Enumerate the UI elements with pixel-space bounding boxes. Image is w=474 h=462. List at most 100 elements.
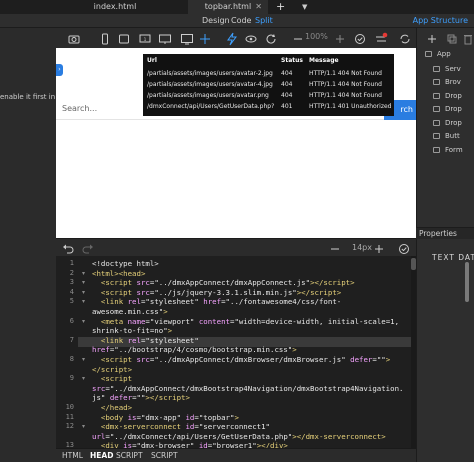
code-line[interactable]: src="../dmxAppConnect/dmxBootstrap4Navig…	[92, 384, 403, 393]
code-line[interactable]: <div is="dmx-browser" id="browser1"></di…	[92, 441, 288, 448]
request-url: /dmxConnect/api/Users/GetUserData.php?	[147, 103, 275, 110]
request-url: /partials/assets/images/users/avatar.png	[147, 92, 269, 99]
code-line[interactable]: url="../dmxConnect/api/Users/GetUserData…	[92, 432, 386, 441]
font-increase-icon[interactable]	[372, 241, 386, 255]
fold-arrow-icon[interactable]: ▾	[82, 423, 85, 430]
tree-item[interactable]: Serv	[445, 65, 461, 73]
zoom-in-icon[interactable]	[333, 31, 347, 45]
refresh-icon[interactable]	[264, 31, 278, 45]
code-line[interactable]: </script>	[92, 365, 132, 374]
code-line[interactable]: <html><head>	[92, 269, 145, 278]
request-status: 404	[281, 92, 293, 99]
redo-icon[interactable]	[81, 241, 95, 255]
line-number: 8	[69, 355, 74, 363]
zoom-level: 100%	[305, 32, 328, 41]
code-line[interactable]: js" defer=""></script>	[92, 393, 190, 402]
request-status: 404	[281, 81, 293, 88]
tab-label: index.html	[93, 2, 137, 11]
fold-arrow-icon[interactable]: ▾	[82, 289, 85, 296]
code-line[interactable]: <link rel="stylesheet" href="../fontawes…	[92, 297, 341, 306]
delete-icon[interactable]	[461, 31, 474, 45]
code-line[interactable]: <body is="dmx-app" id="topbar">	[92, 413, 239, 422]
tablet-icon[interactable]	[117, 31, 131, 45]
code-line[interactable]: <dmx-serverconnect id="serverconnect1"	[92, 422, 270, 431]
url-header: Url	[147, 57, 157, 64]
code-line[interactable]: <meta name="viewport" content="width=dev…	[92, 317, 399, 326]
add-icon[interactable]	[425, 31, 439, 45]
check-circle-icon[interactable]	[353, 31, 367, 45]
navbar-toggle[interactable]: ›	[56, 64, 63, 76]
add-tab-icon[interactable]: +	[276, 0, 285, 13]
code-line[interactable]: <script src="../dmxAppConnect/dmxAppConn…	[92, 278, 355, 287]
eye-icon[interactable]	[244, 31, 258, 45]
code-line[interactable]: <link rel="stylesheet"	[92, 336, 199, 345]
font-decrease-icon[interactable]	[328, 241, 342, 255]
code-line[interactable]: <script	[92, 374, 132, 383]
tree-item[interactable]: Form	[445, 146, 463, 154]
code-line[interactable]: <script src="../dmxAppConnect/dmxBrowser…	[92, 355, 390, 364]
app-window: index.html topbar.html ✕ + ▼ Design Code…	[0, 0, 474, 462]
tree-item[interactable]: Brov	[445, 78, 461, 86]
mode-split[interactable]: Split	[255, 15, 273, 27]
tree-item[interactable]: Drop	[445, 92, 462, 100]
line-number: 7	[69, 335, 74, 344]
message-header: Message	[309, 57, 339, 64]
network-transfer-icon[interactable]	[374, 31, 388, 45]
code-line[interactable]: awesome.min.css">	[92, 307, 168, 316]
crumb-html[interactable]: HTML	[62, 450, 83, 462]
app-structure-label[interactable]: App Structure	[413, 15, 468, 27]
move-icon[interactable]	[198, 31, 212, 45]
crumb-script[interactable]: SCRIPT	[151, 450, 178, 462]
camera-icon[interactable]	[67, 31, 81, 45]
mobile-icon[interactable]	[98, 31, 112, 45]
request-url: /partials/assets/images/users/avatar-2.j…	[147, 70, 273, 77]
request-message: HTTP/1.1 404 Not Found	[309, 70, 382, 77]
line-number: 12	[65, 422, 74, 431]
fold-arrow-icon[interactable]: ▾	[82, 318, 85, 325]
laptop-icon[interactable]: 1	[138, 31, 152, 45]
request-message: HTTP/1.1 401 Unauthorized	[309, 103, 392, 110]
close-tab-icon[interactable]: ✕	[255, 0, 262, 14]
fold-arrow-icon[interactable]: ▾	[82, 298, 85, 305]
tab-dropdown-icon[interactable]: ▼	[302, 0, 307, 14]
fold-arrow-icon[interactable]: ▾	[82, 270, 85, 277]
fold-arrow-icon[interactable]: ▾	[82, 356, 85, 363]
line-number: 9	[69, 374, 74, 383]
design-toolbar: 1 100%	[0, 28, 420, 48]
tree-item[interactable]: App	[437, 50, 451, 58]
desktop-icon[interactable]	[158, 31, 172, 45]
left-panel: enable it first in	[0, 48, 56, 238]
properties-header[interactable]: Properties	[416, 227, 474, 239]
sync-icon[interactable]	[398, 31, 412, 45]
code-line[interactable]: <!doctype html>	[92, 259, 159, 268]
undo-icon[interactable]	[61, 241, 75, 255]
monitor-icon[interactable]	[180, 31, 194, 45]
mode-design[interactable]: Design	[202, 15, 230, 27]
code-editor[interactable]: 1 <!doctype html> 2 ▾ <html><head> 3 ▾ <script…	[56, 256, 416, 448]
crumb-script[interactable]: SCRIPT	[116, 450, 143, 462]
tree-item[interactable]: Butt	[445, 132, 460, 140]
mode-code[interactable]: Code	[231, 15, 251, 27]
tree-item[interactable]: Drop	[445, 105, 462, 113]
fold-arrow-icon[interactable]: ▾	[82, 375, 85, 382]
search-input[interactable]: Search...	[62, 104, 97, 113]
check-icon[interactable]	[397, 241, 411, 255]
tab-topbar[interactable]: topbar.html ✕	[188, 0, 268, 14]
code-line[interactable]: shrink-to-fit=no">	[92, 326, 172, 335]
tree-item[interactable]: Drop	[445, 119, 462, 127]
request-status: 401	[281, 103, 293, 110]
duplicate-icon[interactable]	[445, 31, 459, 45]
code-line[interactable]: href="../bootstrap/4/cosmo/bootstrap.min…	[92, 345, 297, 354]
fold-arrow-icon[interactable]: ▾	[82, 279, 85, 286]
tab-index[interactable]: index.html	[40, 0, 190, 14]
code-line[interactable]: <script src="../js/jquery-3.3.1.slim.min…	[92, 288, 341, 297]
lightning-icon[interactable]	[225, 31, 239, 46]
zoom-out-icon[interactable]	[291, 31, 305, 45]
line-number: 4	[69, 287, 74, 296]
network-log-popup: Url Status Message /partials/assets/imag…	[143, 54, 394, 116]
crumb-head[interactable]: HEAD	[90, 450, 113, 462]
properties-scrollbar[interactable]	[465, 262, 469, 302]
line-number: 2	[69, 268, 74, 277]
request-url: /partials/assets/images/users/avatar-4.j…	[147, 81, 273, 88]
code-line[interactable]: </head>	[92, 403, 132, 412]
